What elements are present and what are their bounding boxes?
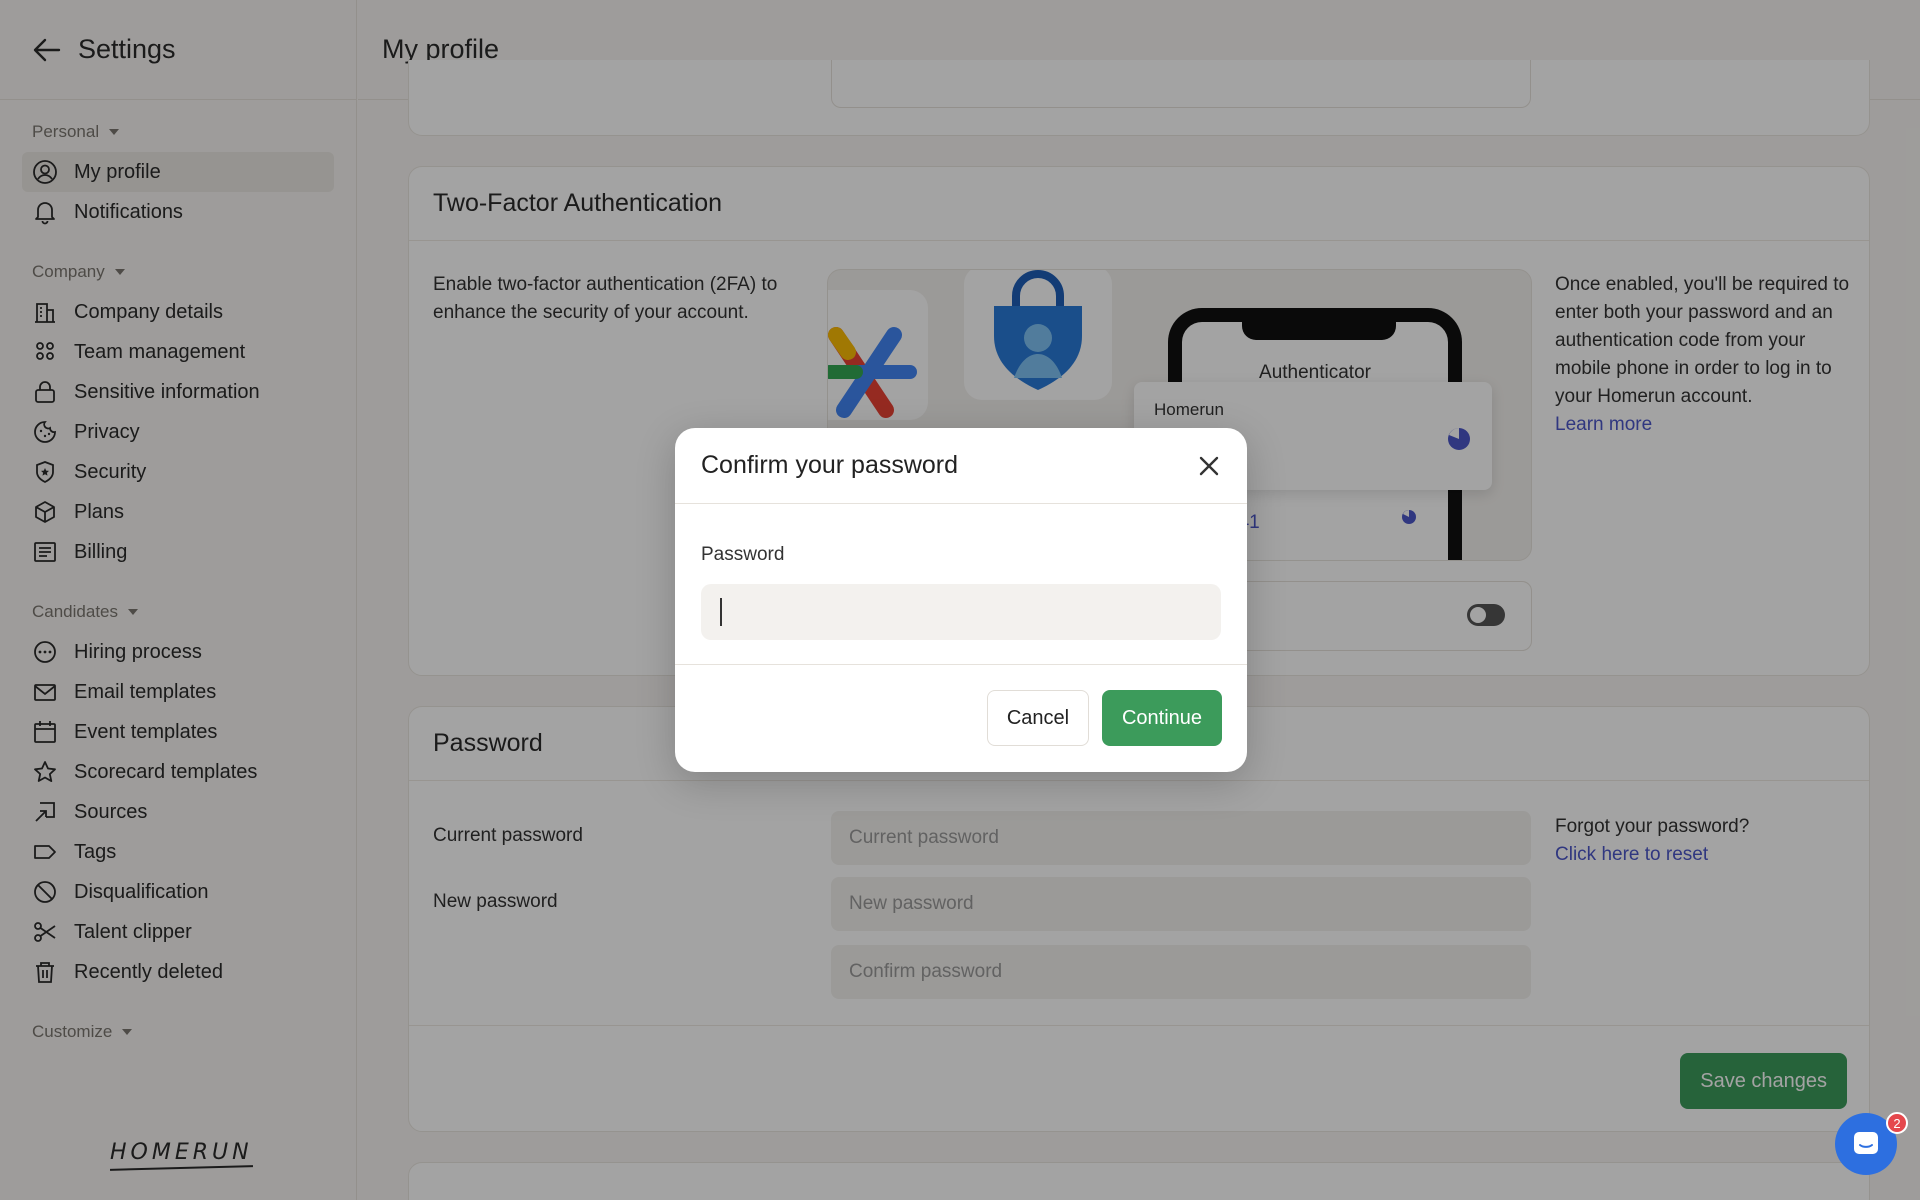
text-cursor bbox=[720, 598, 722, 626]
dialog-header: Confirm your password bbox=[675, 428, 1247, 504]
password-field-label: Password bbox=[701, 544, 785, 565]
continue-button[interactable]: Continue bbox=[1102, 690, 1222, 746]
dialog-title: Confirm your password bbox=[701, 451, 959, 479]
close-icon[interactable] bbox=[1193, 450, 1225, 482]
chat-icon bbox=[1854, 1132, 1878, 1154]
dialog-divider bbox=[675, 664, 1247, 665]
password-input[interactable] bbox=[701, 584, 1221, 640]
confirm-password-dialog: Confirm your password Password Cancel Co… bbox=[675, 428, 1247, 772]
cancel-button[interactable]: Cancel bbox=[987, 690, 1089, 746]
chat-unread-badge: 2 bbox=[1886, 1112, 1908, 1134]
